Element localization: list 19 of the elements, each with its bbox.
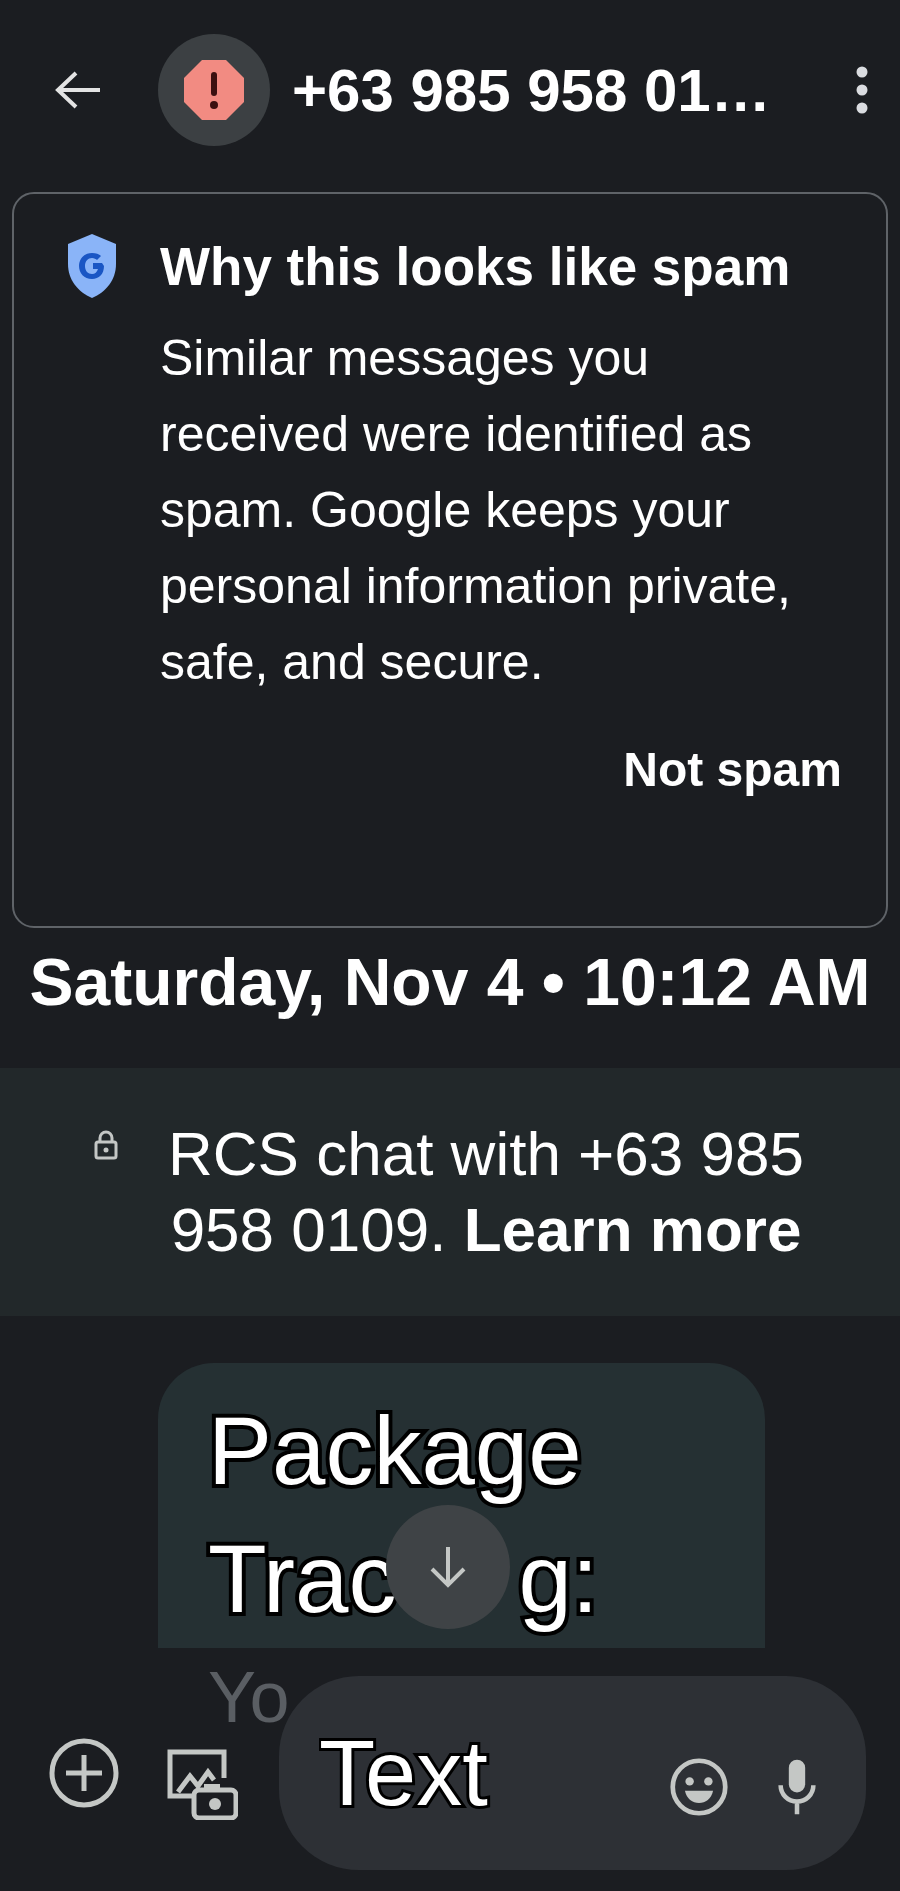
learn-more-link[interactable]: Learn more	[463, 1195, 802, 1264]
message-text: g:	[518, 1524, 599, 1634]
more-options-icon[interactable]	[855, 66, 869, 114]
date-divider: Saturday, Nov 4 • 10:12 AM	[28, 944, 872, 1021]
back-icon[interactable]	[54, 70, 102, 110]
card-title: Why this looks like spam	[160, 235, 791, 297]
card-text: Similar messages you received were identified as spam. Google keeps your personal information private, safe, and secure.	[160, 329, 792, 692]
arrow-down-icon	[428, 1545, 468, 1589]
emoji-icon[interactable]	[669, 1757, 729, 1817]
contact-number: +63 985 958 01…	[292, 55, 771, 125]
not-spam-button[interactable]: Not spam	[619, 742, 846, 797]
message-text: Trac	[208, 1524, 397, 1634]
message-input-field[interactable]: Text	[319, 1720, 619, 1826]
gallery-camera-icon[interactable]	[166, 1748, 238, 1820]
lock-icon	[94, 1130, 118, 1160]
microphone-icon[interactable]	[777, 1757, 817, 1817]
message-text: Package	[208, 1396, 583, 1506]
add-icon[interactable]	[48, 1737, 120, 1809]
rcs-notice: RCS chat with +63 985 958 0109. Learn more	[167, 1118, 805, 1266]
